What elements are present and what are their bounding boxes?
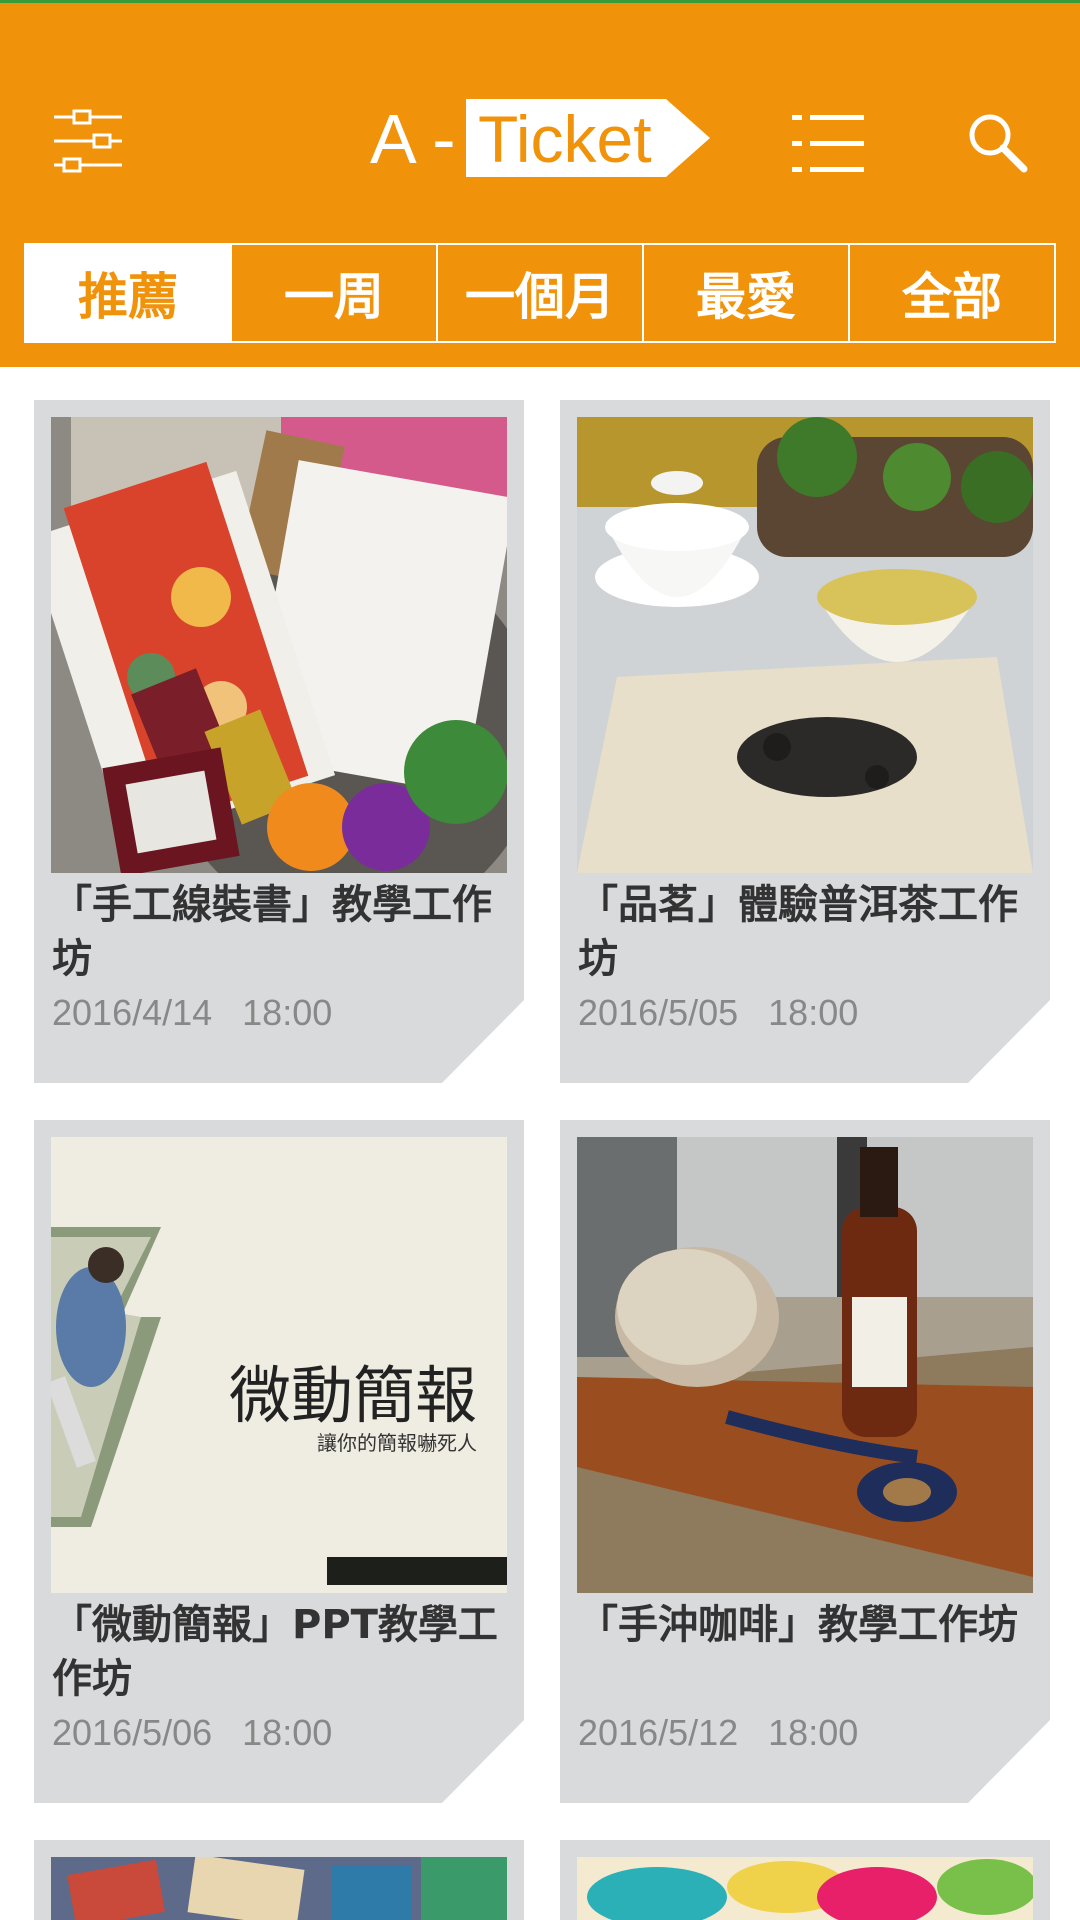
event-title: 「微動簡報」PPT教學工作坊 [52, 1602, 498, 1702]
tab-one-month[interactable]: 一個月 [436, 245, 642, 341]
tab-one-week[interactable]: 一周 [230, 245, 436, 341]
app-logo: A - Ticket [370, 97, 710, 181]
event-image [51, 417, 507, 873]
filter-button[interactable] [52, 105, 124, 177]
app-header: A - Ticket 推薦 一周 一個月 最愛 全部 [0, 0, 1080, 367]
event-card[interactable]: 微動簡報 讓你的簡報嚇死人 「微動簡報」PPT教學工作坊 2016/5/06 1… [34, 1120, 524, 1803]
logo-ticket-tag: Ticket [466, 99, 710, 177]
tab-favorites[interactable]: 最愛 [642, 245, 848, 341]
logo-word: Ticket [478, 102, 652, 176]
event-title: 「手沖咖啡」教學工作坊 [578, 1602, 1018, 1648]
tab-all[interactable]: 全部 [848, 245, 1054, 341]
event-title: 「品茗」體驗普洱茶工作坊 [578, 882, 1018, 982]
sliders-icon [54, 109, 122, 173]
filter-tabs: 推薦 一周 一個月 最愛 全部 [24, 243, 1056, 343]
tab-recommended[interactable]: 推薦 [26, 245, 230, 341]
event-date: 2016/5/05 18:00 [578, 992, 859, 1033]
event-image [577, 417, 1033, 873]
poster-title: 微動簡報 [228, 1359, 477, 1432]
event-card[interactable]: 「手工線裝書」教學工作坊 2016/4/14 18:00 [34, 400, 524, 1083]
poster-subtitle: 讓你的簡報嚇死人 [317, 1431, 477, 1455]
event-card[interactable]: 「手沖咖啡」教學工作坊 2016/5/12 18:00 [560, 1120, 1050, 1803]
event-title: 「手工線裝書」教學工作坊 [52, 882, 492, 982]
list-icon [792, 115, 864, 172]
event-image: 微動簡報 讓你的簡報嚇死人 [51, 1137, 507, 1593]
event-card[interactable]: 「品茗」體驗普洱茶工作坊 2016/5/05 18:00 [560, 400, 1050, 1083]
event-card[interactable] [560, 1840, 1050, 1920]
event-image [577, 1857, 1033, 1920]
event-date: 2016/5/12 18:00 [578, 1712, 859, 1753]
list-view-button[interactable] [792, 111, 864, 175]
event-image [51, 1857, 507, 1920]
event-image [577, 1137, 1033, 1593]
event-card[interactable] [34, 1840, 524, 1920]
search-icon [969, 114, 1028, 173]
event-date: 2016/4/14 18:00 [52, 992, 333, 1033]
search-button[interactable] [966, 111, 1028, 173]
logo-prefix: A - [370, 100, 456, 178]
event-date: 2016/5/06 18:00 [52, 1712, 333, 1753]
